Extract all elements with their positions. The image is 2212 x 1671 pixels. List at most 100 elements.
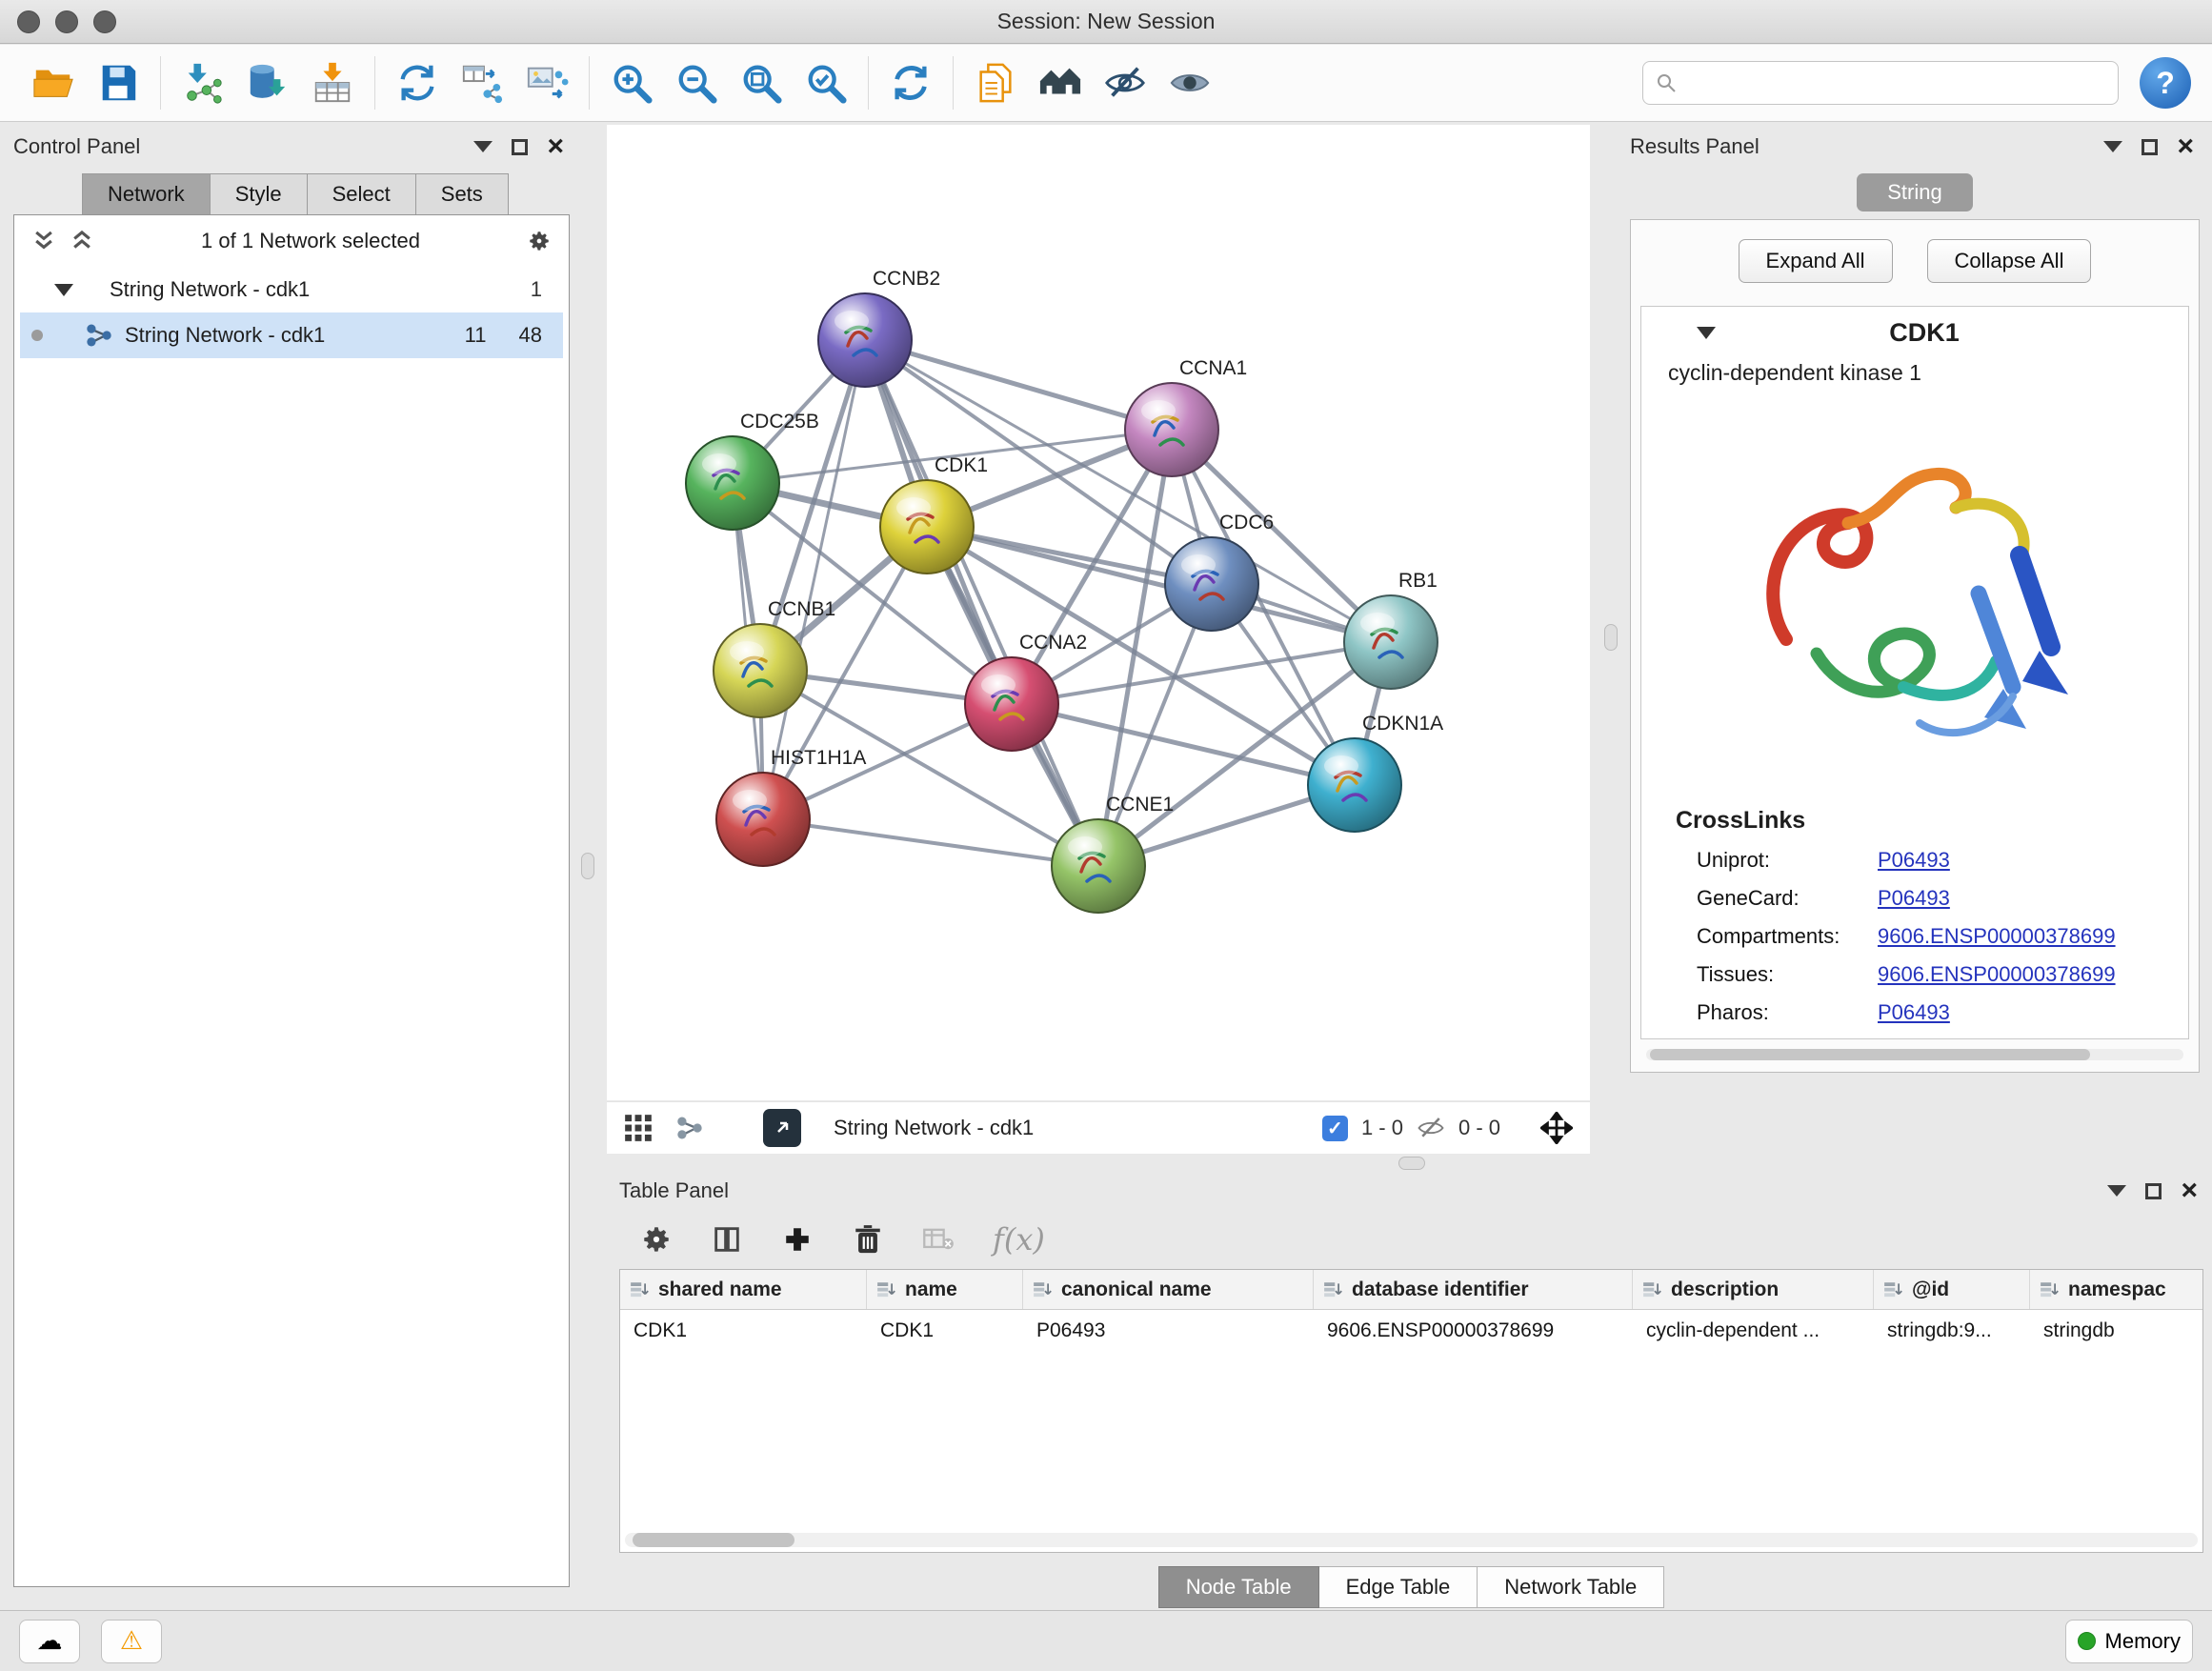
zoom-selected-button[interactable] [798,55,854,111]
collapse-panel-icon[interactable] [2103,141,2122,152]
network-node[interactable] [1052,819,1145,913]
birdseye-view-button[interactable] [763,1109,801,1147]
help-button[interactable]: ? [2140,57,2191,109]
columns-icon[interactable] [711,1223,743,1256]
tab-string[interactable]: String [1857,173,1972,211]
column-header[interactable]: @id [1874,1270,2030,1309]
close-window-button[interactable] [17,10,40,33]
network-node[interactable] [686,436,779,530]
expand-all-icon[interactable] [70,229,94,253]
disclosure-triangle-icon[interactable] [54,284,73,296]
search-input[interactable] [1687,70,2106,96]
collapse-panel-icon[interactable] [473,141,493,152]
network-node-label: RB1 [1398,570,1438,592]
tab-sets[interactable]: Sets [416,173,509,215]
close-panel-icon[interactable]: × [2177,137,2194,156]
tab-node-table[interactable]: Node Table [1158,1566,1319,1608]
table-horizontal-scrollbar[interactable] [625,1533,2198,1547]
refresh-network-button[interactable] [390,55,445,111]
column-header[interactable]: description [1633,1270,1874,1309]
crosslink-link[interactable]: 9606.ENSP00000378699 [1878,962,2116,987]
network-node[interactable] [965,657,1058,751]
column-header[interactable]: namespac [2030,1270,2202,1309]
network-node[interactable] [1165,537,1258,631]
gear-icon[interactable] [527,229,552,253]
network-node[interactable] [716,773,810,866]
delete-icon[interactable] [852,1223,884,1256]
tab-select[interactable]: Select [308,173,416,215]
tab-network[interactable]: Network [82,173,211,215]
scrollbar-thumb[interactable] [633,1533,794,1547]
results-horizontal-scrollbar[interactable] [1646,1049,2183,1060]
memory-button[interactable]: Memory [2065,1620,2193,1663]
eye-slash-icon [1103,61,1147,105]
zoom-in-button[interactable] [604,55,659,111]
export-image-button[interactable] [519,55,574,111]
import-network-file-button[interactable] [175,55,231,111]
crosslink-link[interactable]: P06493 [1878,886,1950,911]
gene-section-header[interactable]: CDK1 [1641,307,2188,358]
gear-icon[interactable] [640,1223,673,1256]
control-panel-header: Control Panel × [13,128,570,166]
network-node[interactable] [1344,595,1438,689]
zoom-fit-button[interactable] [734,55,789,111]
zoom-window-button[interactable] [93,10,116,33]
splitter-handle-left[interactable] [581,853,594,879]
network-collection-row[interactable]: String Network - cdk1 1 [14,267,569,312]
pan-move-icon[interactable] [1540,1112,1573,1144]
column-header[interactable]: canonical name [1023,1270,1314,1309]
close-panel-icon[interactable]: × [2181,1181,2198,1200]
crosslink-link[interactable]: P06493 [1878,848,1950,873]
network-node[interactable] [1125,383,1218,476]
show-details-button[interactable] [1162,55,1217,111]
selected-checkbox[interactable]: ✓ [1322,1116,1348,1141]
warnings-button[interactable]: ⚠ [101,1620,162,1663]
scrollbar-thumb[interactable] [1650,1049,2090,1060]
import-table-button[interactable] [305,55,360,111]
save-session-button[interactable] [90,55,146,111]
close-panel-icon[interactable]: × [547,137,564,156]
minimize-window-button[interactable] [55,10,78,33]
splitter-handle-bottom[interactable] [1398,1157,1425,1170]
network-thumbnail-button[interactable] [675,1114,704,1142]
copy-document-button[interactable] [968,55,1023,111]
network-node[interactable] [1308,738,1401,832]
collapse-all-button[interactable]: Collapse All [1927,239,2092,283]
delete-table-icon-disabled [922,1223,955,1256]
import-network-database-button[interactable] [240,55,295,111]
network-node[interactable] [880,480,974,574]
hide-details-button[interactable] [1097,55,1153,111]
cloud-status-button[interactable]: ☁ [19,1620,80,1663]
tab-edge-table[interactable]: Edge Table [1319,1566,1478,1608]
open-session-button[interactable] [26,55,81,111]
network-view[interactable]: CCNB2CCNA1CDC25BCDK1CDC6RB1CCNB1CCNA2CDK… [607,125,1590,1100]
tab-style[interactable]: Style [211,173,308,215]
refresh-view-button[interactable] [883,55,938,111]
add-column-icon[interactable] [781,1223,814,1256]
splitter-handle-right[interactable] [1604,624,1618,651]
crosslink-link[interactable]: 9606.ENSP00000378699 [1878,924,2116,949]
float-panel-icon[interactable] [2145,1183,2162,1199]
column-header[interactable]: name [867,1270,1023,1309]
network-node[interactable] [714,624,807,717]
network-row-selected[interactable]: String Network - cdk1 11 48 [20,312,563,358]
toolbar-separator [953,56,954,110]
column-header[interactable]: shared name [620,1270,867,1309]
float-panel-icon[interactable] [2142,139,2158,155]
network-node[interactable] [818,293,912,387]
clone-network-button[interactable] [454,55,510,111]
title-bar: Session: New Session [0,0,2212,44]
zoom-out-button[interactable] [669,55,724,111]
collapse-panel-icon[interactable] [2107,1185,2126,1197]
tab-network-table[interactable]: Network Table [1478,1566,1664,1608]
column-header[interactable]: database identifier [1314,1270,1633,1309]
crosslink-link[interactable]: P06493 [1878,1000,1950,1025]
table-row[interactable]: CDK1 CDK1 P06493 9606.ENSP00000378699 cy… [620,1310,2202,1352]
disclosure-triangle-icon[interactable] [1697,327,1716,339]
grid-view-button[interactable] [624,1114,653,1142]
sort-icon [630,1280,649,1299]
float-panel-icon[interactable] [512,139,528,155]
expand-all-button[interactable]: Expand All [1739,239,1893,283]
home-button[interactable] [1033,55,1088,111]
collapse-all-icon[interactable] [31,229,56,253]
